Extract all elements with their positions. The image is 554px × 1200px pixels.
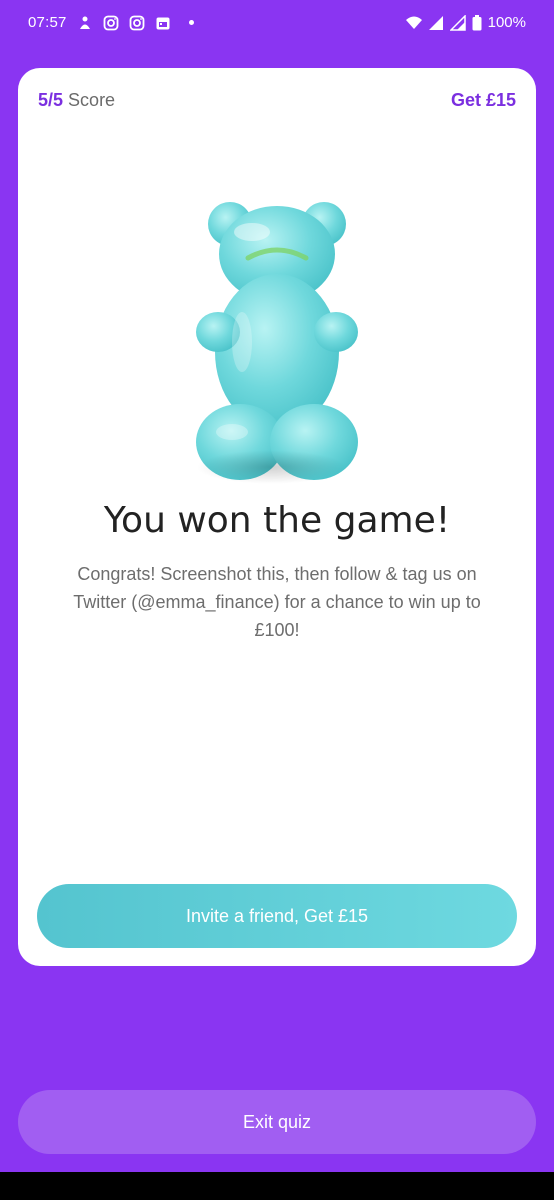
wifi-icon (405, 16, 422, 29)
gummy-bear-icon (196, 202, 358, 480)
status-time: 07:57 (28, 14, 67, 31)
get-reward-link[interactable]: Get £15 (451, 90, 516, 111)
invite-friend-button[interactable]: Invite a friend, Get £15 (37, 884, 517, 948)
battery-icon (472, 14, 482, 30)
bear-shadow (196, 450, 346, 484)
score-label: Score (68, 90, 116, 110)
system-nav-bar (0, 1172, 554, 1200)
result-title: You won the game! (103, 500, 451, 541)
exit-quiz-button[interactable]: Exit quiz (18, 1090, 536, 1154)
result-message: Congrats! Screenshot this, then follow &… (73, 564, 481, 640)
battery-percent: 100% (487, 14, 526, 31)
instagram-icon (103, 15, 118, 30)
notification-icon (79, 16, 90, 29)
gummy-bear-illustration (172, 192, 382, 492)
score-value: 5/5 (38, 90, 64, 110)
notification-dot-icon (188, 20, 194, 25)
status-left: 07:57 (28, 14, 194, 31)
result-card: 5/5 Score Get £15 You won the game! Cong… (18, 68, 536, 966)
status-bar: 07:57 100% (0, 0, 554, 52)
status-right: 100% (405, 14, 526, 31)
signal-icon (428, 15, 443, 30)
signal-icon (449, 14, 466, 31)
score: 5/5 Score (38, 90, 115, 111)
instagram-icon (129, 15, 144, 30)
calendar-icon (156, 17, 170, 29)
